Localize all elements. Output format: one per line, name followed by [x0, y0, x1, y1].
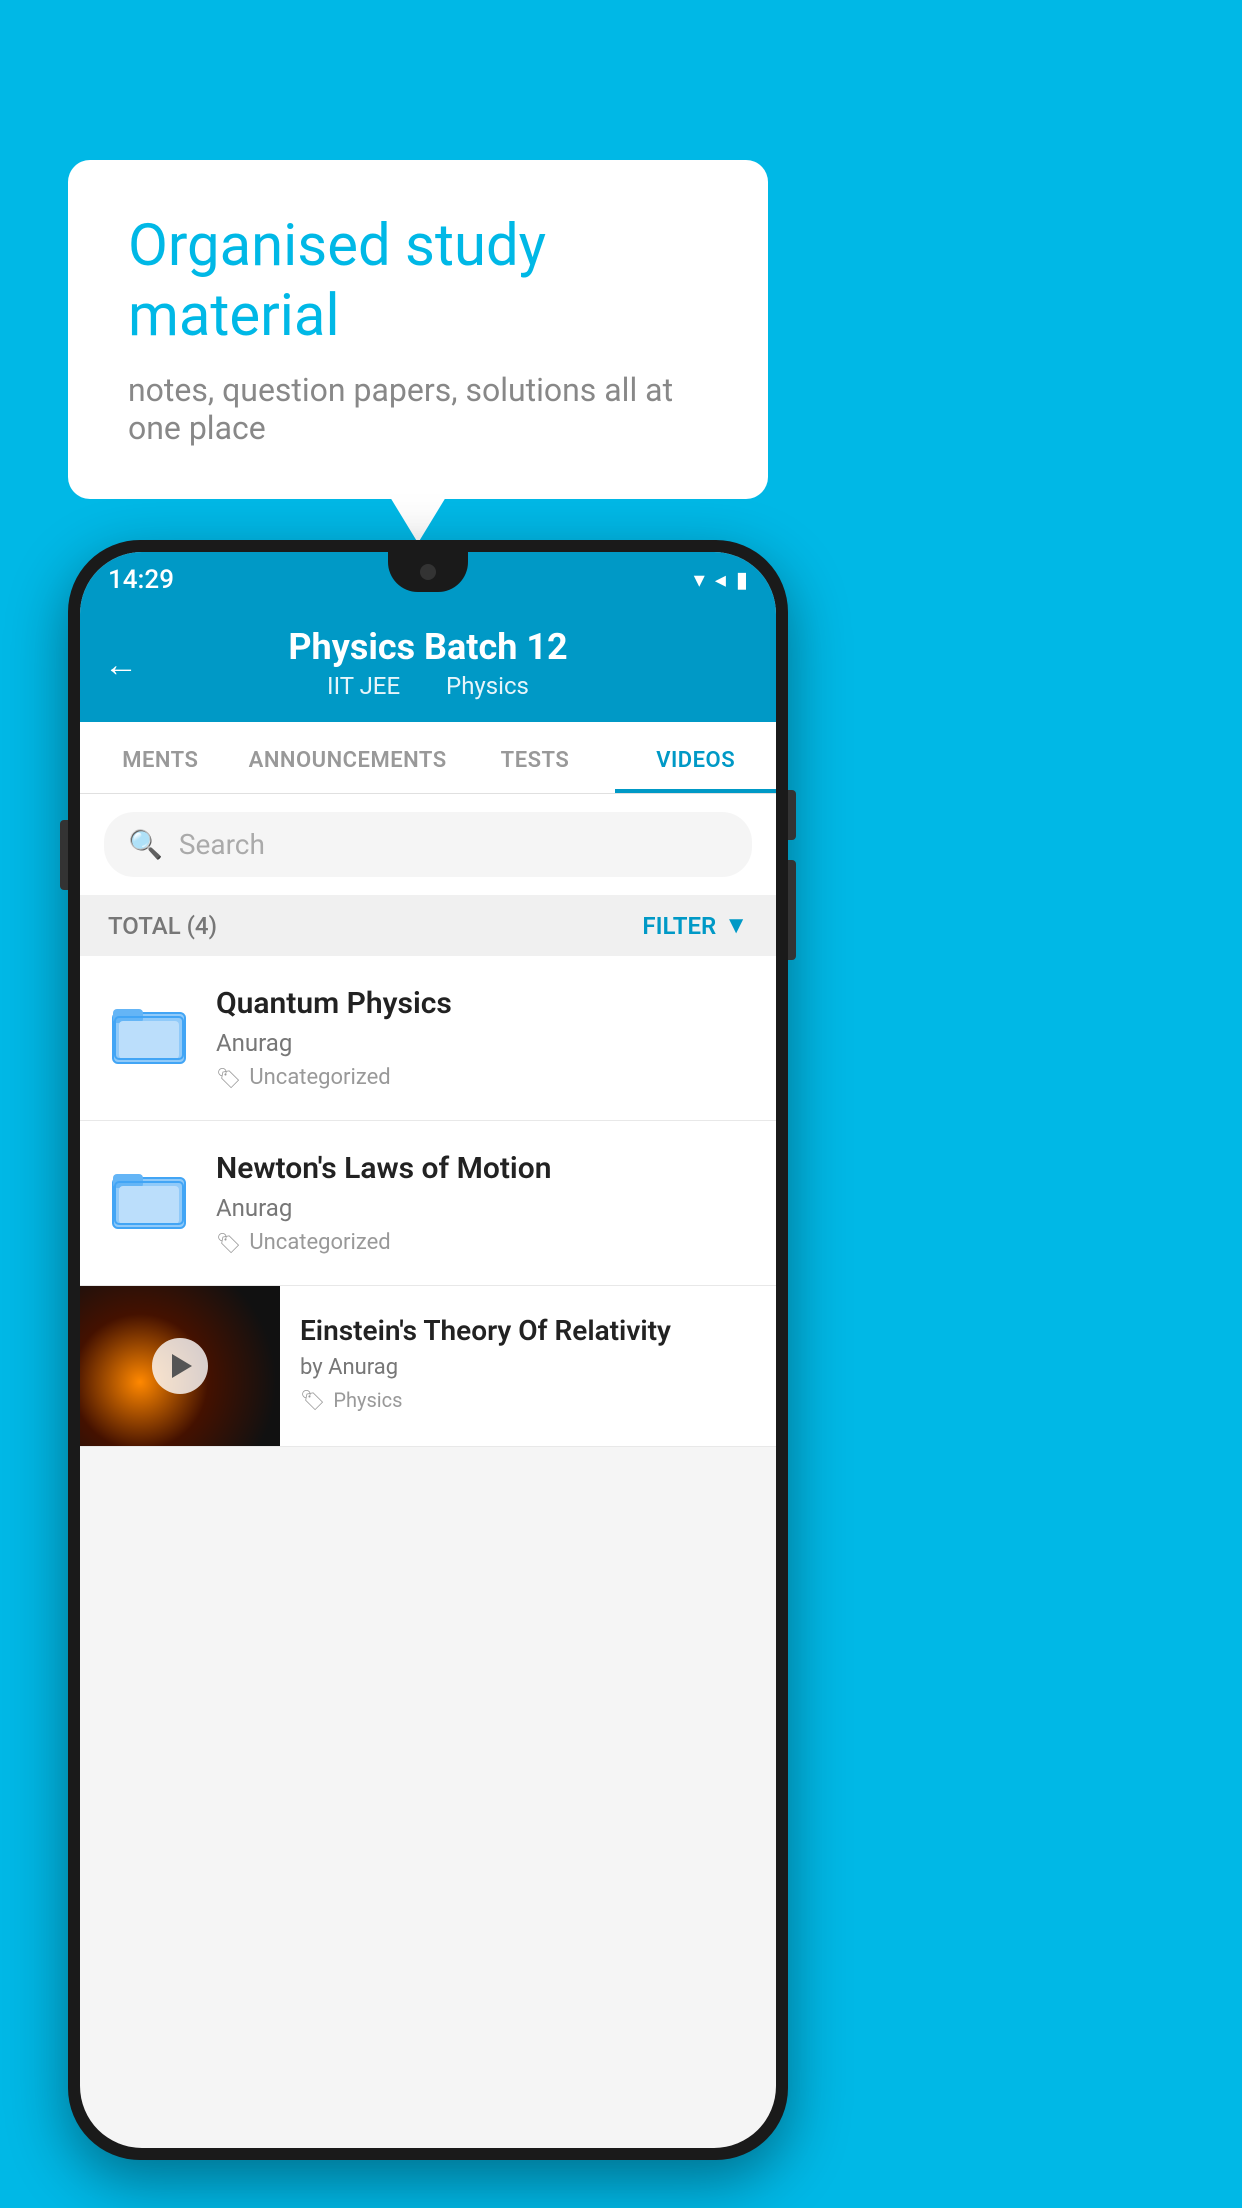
tab-bar: MENTS ANNOUNCEMENTS TESTS VIDEOS — [80, 722, 776, 794]
video-thumbnail-1 — [104, 986, 194, 1076]
list-item[interactable]: Quantum Physics Anurag 🏷 Uncategorized — [80, 956, 776, 1121]
camera — [420, 564, 436, 580]
tab-announcements[interactable]: ANNOUNCEMENTS — [241, 722, 455, 793]
search-icon: 🔍 — [128, 828, 163, 861]
total-count: TOTAL (4) — [108, 912, 217, 940]
list-item[interactable]: Einstein's Theory Of Relativity by Anura… — [80, 1286, 776, 1447]
tab-ments[interactable]: MENTS — [80, 722, 241, 793]
wifi-icon: ▾ — [694, 568, 705, 593]
search-container: 🔍 Search — [80, 794, 776, 895]
folder-icon — [109, 991, 189, 1071]
video-author-2: Anurag — [216, 1194, 752, 1222]
status-bar: 14:29 ▾ ◂ ▮ — [80, 552, 776, 608]
video-info-2: Newton's Laws of Motion Anurag 🏷 Uncateg… — [216, 1151, 752, 1255]
list-item[interactable]: Newton's Laws of Motion Anurag 🏷 Uncateg… — [80, 1121, 776, 1286]
video-title-3: Einstein's Theory Of Relativity — [300, 1314, 756, 1347]
play-icon — [172, 1354, 192, 1378]
battery-icon: ▮ — [736, 568, 748, 593]
search-placeholder: Search — [179, 828, 265, 861]
video-info-1: Quantum Physics Anurag 🏷 Uncategorized — [216, 986, 752, 1090]
status-icons: ▾ ◂ ▮ — [694, 568, 748, 593]
header-subtitle-left: IIT JEE — [327, 672, 400, 700]
phone-screen: 14:29 ▾ ◂ ▮ ← Physics Batch 12 IIT JEE P… — [80, 552, 776, 2148]
tag-icon: 🏷 — [300, 1388, 325, 1412]
video-tag-1: 🏷 Uncategorized — [216, 1065, 752, 1090]
tab-tests[interactable]: TESTS — [455, 722, 616, 793]
folder-icon — [109, 1156, 189, 1236]
bubble-subtitle: notes, question papers, solutions all at… — [128, 371, 708, 447]
video-tag-2: 🏷 Uncategorized — [216, 1230, 752, 1255]
video-title-1: Quantum Physics — [216, 986, 752, 1021]
filter-bar: TOTAL (4) FILTER ▼ — [80, 895, 776, 956]
video-list: Quantum Physics Anurag 🏷 Uncategorized — [80, 956, 776, 1447]
power-button — [788, 790, 796, 840]
volume-button — [60, 820, 68, 890]
header-subtitle: IIT JEE Physics — [108, 672, 748, 700]
phone-frame: 14:29 ▾ ◂ ▮ ← Physics Batch 12 IIT JEE P… — [68, 540, 788, 2160]
speech-bubble: Organised study material notes, question… — [68, 160, 768, 499]
video-author-3: by Anurag — [300, 1355, 756, 1380]
video-thumbnail-3 — [80, 1286, 280, 1446]
video-title-2: Newton's Laws of Motion — [216, 1151, 752, 1186]
header-subtitle-right: Physics — [446, 672, 529, 700]
bubble-title: Organised study material — [128, 212, 708, 351]
video-info-3: Einstein's Theory Of Relativity by Anura… — [280, 1286, 776, 1440]
filter-label: FILTER — [642, 912, 716, 940]
volume-up-button — [788, 860, 796, 960]
notch — [388, 552, 468, 592]
filter-button[interactable]: FILTER ▼ — [642, 911, 748, 940]
signal-icon: ◂ — [715, 568, 726, 593]
back-button[interactable]: ← — [104, 645, 138, 685]
filter-icon: ▼ — [724, 911, 748, 940]
search-bar[interactable]: 🔍 Search — [104, 812, 752, 877]
status-time: 14:29 — [108, 565, 174, 595]
app-header: ← Physics Batch 12 IIT JEE Physics — [80, 608, 776, 722]
play-button[interactable] — [152, 1338, 208, 1394]
tag-icon: 🏷 — [216, 1066, 241, 1090]
video-tag-3: 🏷 Physics — [300, 1388, 756, 1412]
video-thumbnail-2 — [104, 1151, 194, 1241]
tab-videos[interactable]: VIDEOS — [615, 722, 776, 793]
video-author-1: Anurag — [216, 1029, 752, 1057]
speech-bubble-container: Organised study material notes, question… — [68, 160, 768, 499]
header-title: Physics Batch 12 — [108, 626, 748, 668]
tag-icon: 🏷 — [216, 1231, 241, 1255]
